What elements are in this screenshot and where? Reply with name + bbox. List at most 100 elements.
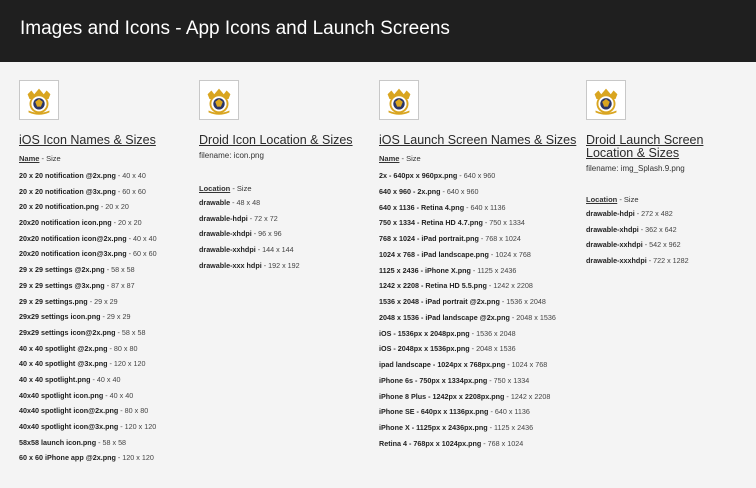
column-subhead: Name - Size xyxy=(19,154,61,163)
item-size: - 1125 x 2436 xyxy=(470,265,517,275)
list-item: ipad landscape - 1024px x 768px.png - 10… xyxy=(379,357,579,373)
list-item: 20 x 20 notification.png - 20 x 20 xyxy=(19,199,184,215)
list-item: drawable-xxxhdpi - 722 x 1282 xyxy=(586,253,751,269)
list-item: 2x - 640px x 960px.png - 640 x 960 xyxy=(379,168,579,184)
list-item: 29 x 29 settings @3x.png - 87 x 87 xyxy=(19,278,184,294)
item-size: - 1024 x 768 xyxy=(505,360,548,369)
item-size: - 192 x 192 xyxy=(261,260,300,270)
list-item: 1125 x 2436 - iPhone X.png - 1125 x 2436 xyxy=(379,263,579,279)
item-name: drawable-xxx hdpi xyxy=(199,260,262,270)
list-item: 40x40 spotlight icon.png - 40 x 40 xyxy=(19,388,184,404)
item-name: drawable-xxxhdpi xyxy=(586,256,647,266)
item-name: drawable-xhdpi xyxy=(586,224,639,234)
list-item: 640 x 1136 - Retina 4.png - 640 x 1136 xyxy=(379,200,579,216)
list-item: iPhone SE - 640px x 1136px.png - 640 x 1… xyxy=(379,404,579,420)
item-name: iOS - 2048px x 1536px.png xyxy=(379,344,470,354)
crest-logo-icon xyxy=(19,80,59,120)
item-size: - 72 x 72 xyxy=(247,213,278,223)
item-size: - 120 x 120 xyxy=(118,422,157,431)
item-name: 20 x 20 notification.png xyxy=(19,202,99,212)
item-size: - 60 x 60 xyxy=(115,186,146,196)
item-name: 29 x 29 settings.png xyxy=(19,296,88,306)
item-name: 1242 x 2208 - Retina HD 5.5.png xyxy=(379,281,487,291)
list-item: 29x29 settings icon@2x.png - 58 x 58 xyxy=(19,325,184,341)
item-size: - 40 x 40 xyxy=(90,374,121,384)
list-item: Retina 4 - 768px x 1024px.png - 768 x 10… xyxy=(379,436,579,452)
list-item: drawable-hdpi - 272 x 482 xyxy=(586,206,751,222)
item-size: - 2048 x 1536 xyxy=(509,312,556,322)
filename-note: filename: icon.png xyxy=(199,151,264,160)
column-subhead: Location - Size xyxy=(199,184,252,193)
item-size: - 1242 x 2208 xyxy=(486,281,533,291)
list-item: 20x20 notification icon@2x.png - 40 x 40 xyxy=(19,231,184,247)
item-name: drawable-xxhdpi xyxy=(199,245,256,255)
item-name: drawable xyxy=(199,198,231,207)
list-item: drawable-xhdpi - 96 x 96 xyxy=(199,226,369,242)
icon-list: drawable - 48 x 48 drawable-hdpi - 72 x 7… xyxy=(199,195,369,273)
item-name: 29x29 settings icon.png xyxy=(19,312,101,322)
item-size: - 2048 x 1536 xyxy=(469,344,516,354)
list-item: drawable-xxx hdpi - 192 x 192 xyxy=(199,258,369,274)
item-name: 29 x 29 settings @3x.png xyxy=(19,280,105,290)
item-size: - 80 x 80 xyxy=(107,343,138,353)
list-item: 1242 x 2208 - Retina HD 5.5.png - 1242 x… xyxy=(379,278,579,294)
list-item: iOS - 1536px x 2048px.png - 1536 x 2048 xyxy=(379,326,579,342)
list-item: 1536 x 2048 - iPad portrait @2x.png - 15… xyxy=(379,294,579,310)
item-size: - 58 x 58 xyxy=(115,327,146,337)
item-size: - 542 x 962 xyxy=(642,240,681,250)
item-name: 640 x 1136 - Retina 4.png xyxy=(379,202,465,212)
list-item: 2048 x 1536 - iPad landscape @2x.png - 2… xyxy=(379,310,579,326)
item-size: - 362 x 642 xyxy=(638,224,677,234)
item-size: - 722 x 1282 xyxy=(646,256,689,266)
item-name: 60 x 60 iPhone app @2x.png xyxy=(19,453,116,463)
crest-logo-icon xyxy=(199,80,239,120)
list-item: 20 x 20 notification @2x.png - 40 x 40 xyxy=(19,168,184,184)
item-size: - 60 x 60 xyxy=(126,249,157,259)
item-name: 2x - 640px x 960px.png xyxy=(379,171,458,180)
list-item: iPhone X - 1125px x 2436px.png - 1125 x … xyxy=(379,420,579,436)
list-item: 29 x 29 settings @2x.png - 58 x 58 xyxy=(19,262,184,278)
item-name: 768 x 1024 - iPad portrait.png xyxy=(379,234,479,243)
item-name: 40 x 40 spotlight @3x.png xyxy=(19,359,108,369)
item-name: 40x40 spotlight icon.png xyxy=(19,390,104,400)
item-size: - 96 x 96 xyxy=(251,229,282,239)
item-name: 2048 x 1536 - iPad landscape @2x.png xyxy=(379,312,510,322)
item-size: - 1125 x 2436 xyxy=(487,423,534,432)
item-name: 40 x 40 spotlight @2x.png xyxy=(19,343,108,353)
list-item: 640 x 960 - 2x.png - 640 x 960 xyxy=(379,184,579,200)
item-name: iPhone 6s - 750px x 1334px.png xyxy=(379,375,488,385)
item-size: - 29 x 29 xyxy=(100,312,131,322)
item-size: - 768 x 1024 xyxy=(481,438,524,448)
list-item: drawable-xxhdpi - 542 x 962 xyxy=(586,237,751,253)
list-item: 40 x 40 spotlight @3x.png - 120 x 120 xyxy=(19,356,184,372)
list-item: 29x29 settings icon.png - 29 x 29 xyxy=(19,309,184,325)
item-name: drawable-xxhdpi xyxy=(586,240,643,250)
list-item: drawable-xhdpi - 362 x 642 xyxy=(586,222,751,238)
column-title: iOS Icon Names & Sizes xyxy=(19,133,156,147)
item-name: 750 x 1334 - Retina HD 4.7.png xyxy=(379,218,483,228)
crest-logo-icon xyxy=(586,80,626,120)
crest-logo-icon xyxy=(379,80,419,120)
item-name: Retina 4 - 768px x 1024px.png xyxy=(379,438,482,448)
launch-list: drawable-hdpi - 272 x 482 drawable-xhdpi … xyxy=(586,206,751,269)
item-size: - 40 x 40 xyxy=(126,233,157,243)
item-size: - 120 x 120 xyxy=(107,359,146,369)
list-item: 1024 x 768 - iPad landscape.png - 1024 x… xyxy=(379,247,579,263)
item-size: - 640 x 960 xyxy=(440,186,479,196)
page-title: Images and Icons - App Icons and Launch … xyxy=(20,18,450,39)
item-name: drawable-hdpi xyxy=(199,213,248,223)
item-size: - 144 x 144 xyxy=(255,245,294,255)
list-item: 768 x 1024 - iPad portrait.png - 768 x 1… xyxy=(379,231,579,247)
item-size: - 750 x 1334 xyxy=(482,218,525,228)
list-item: 750 x 1334 - Retina HD 4.7.png - 750 x 1… xyxy=(379,215,579,231)
page-header: Images and Icons - App Icons and Launch … xyxy=(0,0,756,62)
item-size: - 58 x 58 xyxy=(104,265,135,275)
item-name: iPhone X - 1125px x 2436px.png xyxy=(379,423,488,432)
item-name: drawable-hdpi xyxy=(586,209,635,218)
item-name: 58x58 launch icon.png xyxy=(19,437,97,447)
list-item: 40x40 spotlight icon@3x.png - 120 x 120 xyxy=(19,419,184,435)
ios-launch-column: iOS Launch Screen Names & Sizes Name - S… xyxy=(379,80,579,452)
list-item: 20 x 20 notification @3x.png - 60 x 60 xyxy=(19,184,184,200)
item-size: - 58 x 58 xyxy=(96,437,127,447)
list-item: 60 x 60 iPhone app @2x.png - 120 x 120 xyxy=(19,450,184,466)
